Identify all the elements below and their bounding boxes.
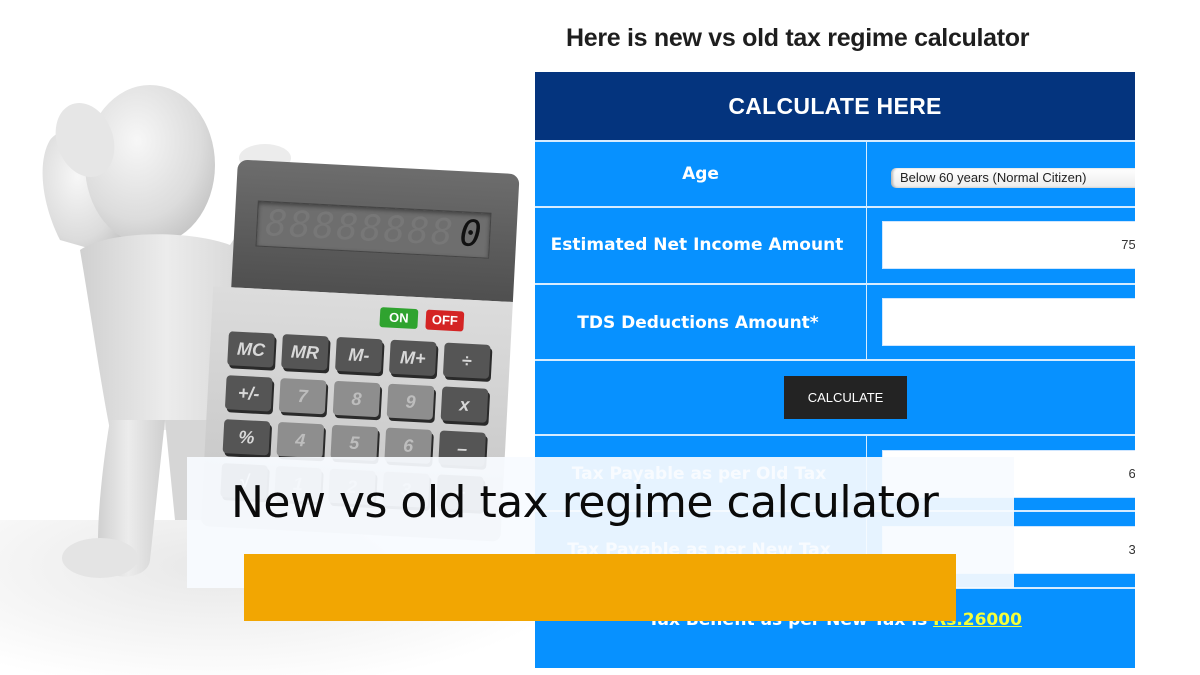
- tds-label: TDS Deductions Amount*: [577, 313, 819, 333]
- calculator-key: M+: [388, 339, 437, 377]
- banner-accent-bar: [244, 554, 956, 621]
- calculator-key: MC: [227, 331, 275, 368]
- calculator-key: 4: [276, 421, 325, 459]
- row-divider: [535, 206, 1135, 208]
- calculator-key: 8: [332, 380, 381, 418]
- row-divider: [535, 140, 1135, 142]
- age-select[interactable]: Below 60 years (Normal Citizen): [891, 168, 1135, 188]
- form-title: CALCULATE HERE: [535, 72, 1135, 140]
- income-input[interactable]: 750: [882, 221, 1135, 269]
- tds-input[interactable]: [882, 298, 1135, 346]
- lcd-ghost-digits: 88888888: [264, 203, 456, 254]
- calculator-off-key: OFF: [425, 309, 465, 332]
- calculator-on-key: ON: [379, 307, 419, 330]
- page-heading: Here is new vs old tax regime calculator: [566, 24, 1030, 52]
- calculator-key: 5: [330, 424, 379, 462]
- calculator-key: 9: [386, 383, 435, 421]
- calculator-key: %: [222, 419, 271, 456]
- calculator-display-panel: 88888888 0: [231, 159, 520, 303]
- calculator-lcd: 88888888 0: [255, 200, 492, 259]
- banner-title: New vs old tax regime calculator: [231, 477, 939, 528]
- age-label: Age: [682, 164, 719, 184]
- calculator-key: +/-: [224, 375, 273, 412]
- row-divider: [535, 434, 1135, 436]
- lcd-value: 0: [458, 213, 483, 256]
- income-label: Estimated Net Income Amount: [550, 235, 844, 255]
- calculator-key: ÷: [442, 342, 491, 379]
- row-divider: [535, 283, 1135, 285]
- calculator-key: x: [440, 386, 489, 423]
- row-divider: [535, 359, 1135, 361]
- calculator-key: 7: [278, 377, 327, 415]
- calculator-key: MR: [281, 334, 329, 371]
- calculator-key: M-: [335, 336, 383, 374]
- calculate-button[interactable]: CALCULATE: [784, 376, 907, 419]
